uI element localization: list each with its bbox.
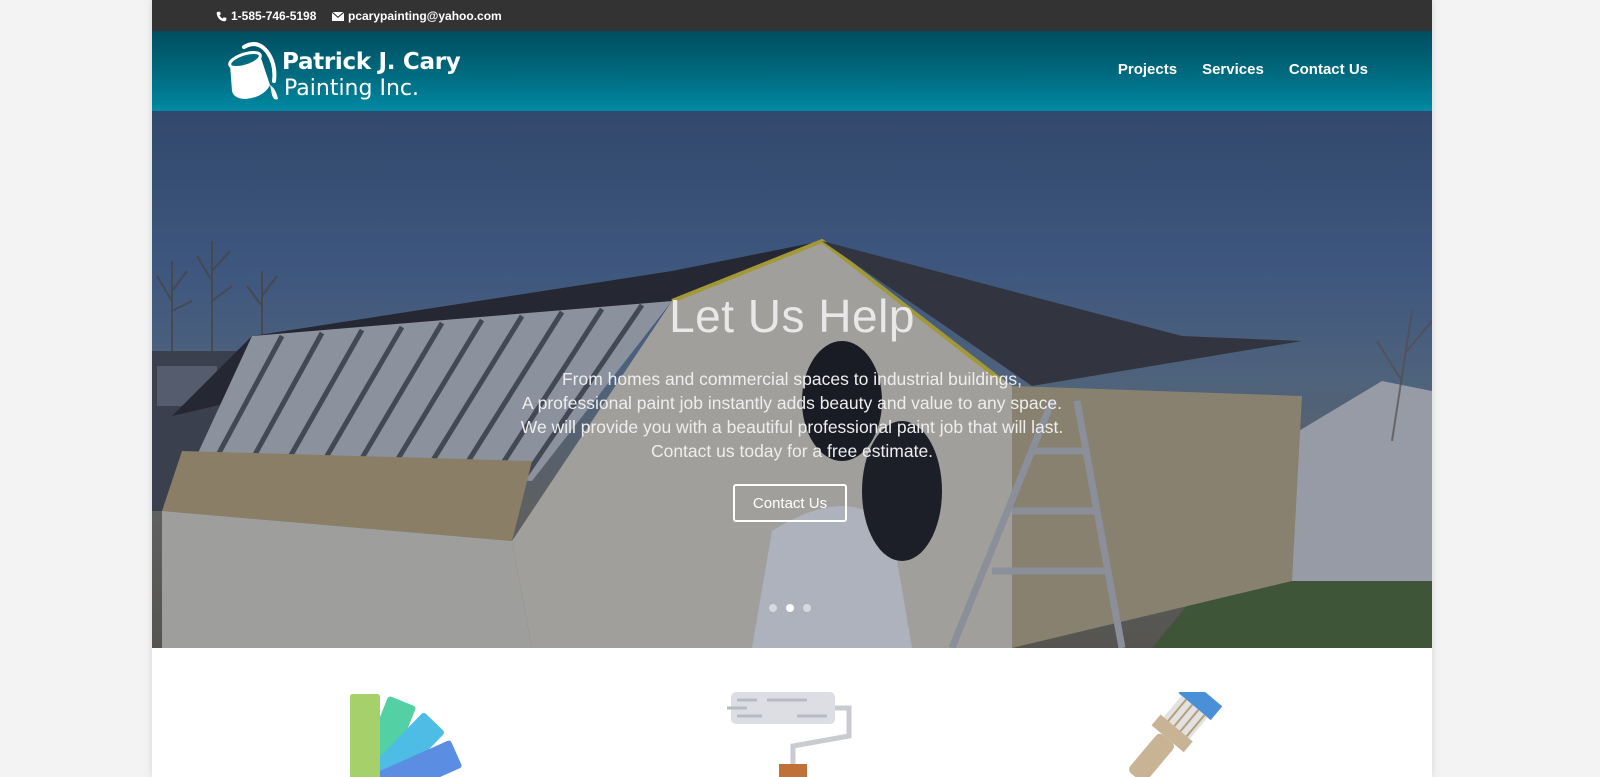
phone-icon <box>216 11 227 21</box>
site-header: Patrick J. Cary Painting Inc. Projects S… <box>152 31 1432 111</box>
phone-link[interactable]: 1-585-746-5198 <box>216 9 316 23</box>
hero-line: We will provide you with a beautiful pro… <box>520 417 1064 437</box>
page-container: 1-585-746-5198 pcarypainting@yahoo.com P… <box>152 0 1432 777</box>
hero-contact-button[interactable]: Contact Us <box>733 484 847 522</box>
phone-number: 1-585-746-5198 <box>231 9 317 23</box>
hero-line: A professional paint job instantly adds … <box>522 393 1062 413</box>
nav-contact-us[interactable]: Contact Us <box>1289 61 1368 78</box>
email-link[interactable]: pcarypainting@yahoo.com <box>332 9 502 23</box>
hero-line: Contact us today for a free estimate. <box>650 441 934 461</box>
paint-roller-icon <box>727 692 852 777</box>
logo-name: Patrick J. Cary <box>282 49 461 75</box>
hero-slider: Let Us Help From homes and commercial sp… <box>152 111 1432 648</box>
hero-line: From homes and commercial spaces to indu… <box>561 369 1023 389</box>
color-swatch-icon <box>350 694 462 777</box>
slide-dot-1[interactable] <box>769 604 777 612</box>
features-section <box>152 648 1432 777</box>
paint-bucket-icon <box>228 42 278 100</box>
envelope-icon <box>332 11 344 21</box>
logo-subtitle: Painting Inc. <box>284 76 419 101</box>
logo[interactable]: Patrick J. Cary Painting Inc. <box>224 41 464 103</box>
slide-dot-3[interactable] <box>803 604 811 612</box>
slide-dot-2[interactable] <box>786 604 794 612</box>
nav-services[interactable]: Services <box>1202 61 1264 78</box>
main-nav: Projects Services Contact Us <box>1118 61 1368 78</box>
hero-title: Let Us Help <box>669 290 915 342</box>
top-bar: 1-585-746-5198 pcarypainting@yahoo.com <box>152 0 1432 31</box>
email-address: pcarypainting@yahoo.com <box>348 9 502 23</box>
slider-pagination <box>769 604 811 612</box>
nav-projects[interactable]: Projects <box>1118 61 1177 78</box>
paint-brush-icon <box>1129 692 1222 777</box>
hero-description: From homes and commercial spaces to indu… <box>152 367 1432 463</box>
